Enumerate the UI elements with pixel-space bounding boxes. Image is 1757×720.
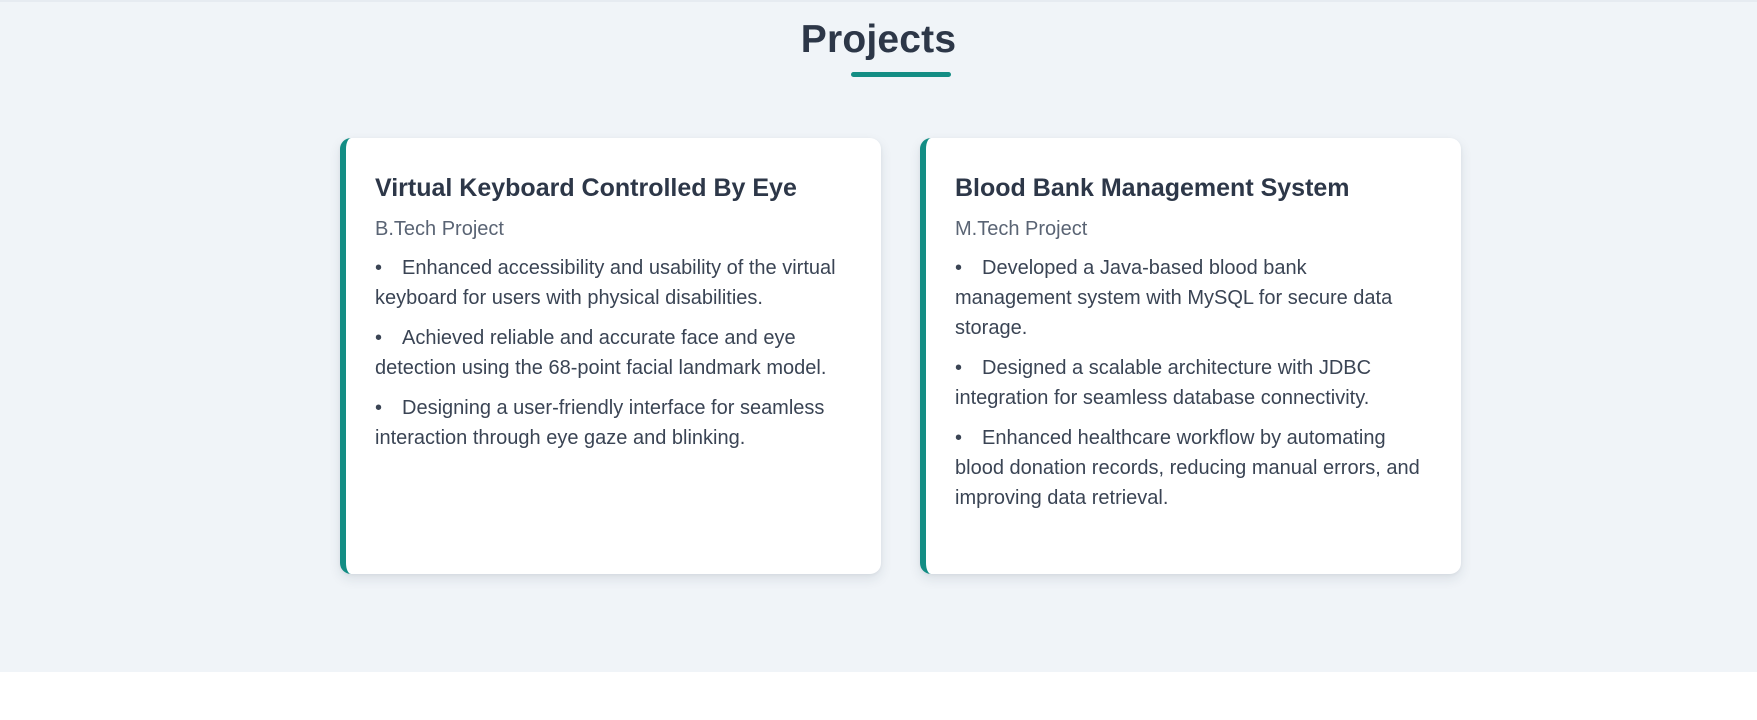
project-card-blood-bank: Blood Bank Management System M.Tech Proj… [920,138,1461,574]
list-item: • Developed a Java-based blood bank manag… [955,253,1421,343]
bullet-icon: • [375,327,383,349]
bullet-text: Designed a scalable architecture with JD… [955,357,1372,409]
project-card-virtual-keyboard: Virtual Keyboard Controlled By Eye B.Tec… [340,138,881,574]
bullet-icon: • [955,257,963,279]
bullet-text: Achieved reliable and accurate face and … [375,327,827,379]
project-bullet-list: • Developed a Java-based blood bank manag… [955,253,1421,513]
bullet-icon: • [375,257,383,279]
bullet-text: Designing a user-friendly interface for … [375,397,825,449]
bullet-text: Developed a Java-based blood bank manage… [955,257,1393,339]
title-underline [851,72,951,77]
bullet-icon: • [955,357,963,379]
projects-section: Projects Virtual Keyboard Controlled By … [0,0,1757,672]
list-item: • Designing a user-friendly interface for… [375,393,841,453]
list-item: • Enhanced healthcare workflow by automat… [955,423,1421,513]
project-bullet-list: • Enhanced accessibility and usability of… [375,253,841,453]
page-bottom-area [0,672,1757,720]
section-title: Projects [800,18,957,61]
bullet-icon: • [375,397,383,419]
list-item: • Designed a scalable architecture with J… [955,353,1421,413]
list-item: • Enhanced accessibility and usability of… [375,253,841,313]
bullet-text: Enhanced accessibility and usability of … [375,257,836,309]
project-subtitle: B.Tech Project [375,218,504,240]
bullet-icon: • [955,427,963,449]
project-subtitle: M.Tech Project [955,218,1088,240]
list-item: • Achieved reliable and accurate face and… [375,323,841,383]
project-title: Virtual Keyboard Controlled By Eye [375,174,797,202]
project-title: Blood Bank Management System [955,174,1350,202]
bullet-text: Enhanced healthcare workflow by automati… [955,427,1420,509]
